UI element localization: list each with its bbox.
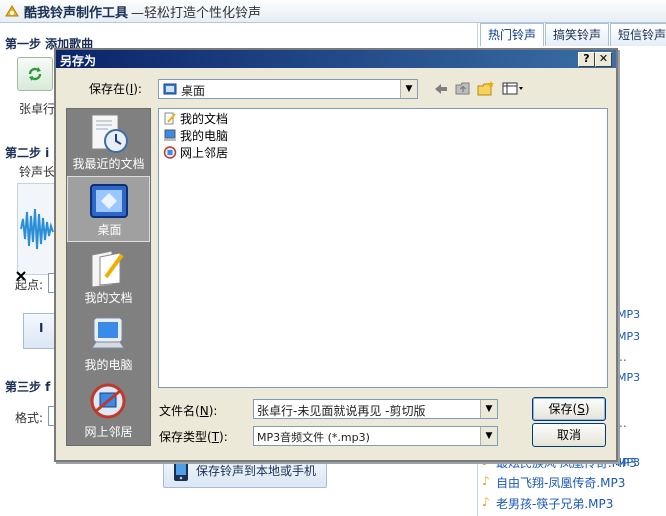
help-button[interactable]: ? [578,52,595,67]
filetype-label-text: 保存类型 [159,430,208,444]
refresh-icon [28,67,42,81]
play-button[interactable]: I [23,313,57,349]
chevron-down-icon[interactable]: ▼ [480,400,497,418]
save-button-label: 保存 [548,402,573,416]
place-label: 我的文档 [84,291,133,305]
my-computer-icon [164,129,176,141]
list-item[interactable]: MP3 [617,330,640,343]
close-button[interactable]: ✕ [595,52,612,67]
place-network-places[interactable]: 网上邻居 [67,377,150,443]
tab-sms-ringtones[interactable]: 短信铃声 [610,23,666,46]
place-my-documents[interactable]: 我的文档 [67,243,150,309]
file-list[interactable]: 我的文档 我的电脑 网上邻居 [158,108,608,388]
up-folder-icon[interactable] [455,80,471,96]
my-documents-icon [91,250,124,288]
filename-value: 张卓行-未见面就说再见 -剪切版 [257,404,426,418]
filename-label-text: 文件名 [159,404,196,418]
save-in-label-text: 保存在 [89,82,126,96]
place-label: 我的电脑 [84,358,133,372]
view-menu-icon[interactable] [502,82,524,95]
file-item-my-documents[interactable]: 我的文档 [163,111,228,127]
save-as-dialog: 另存为 ? ✕ 保存在(I): 桌面 ▼ 我最近的文档 桌面 我的文档 我的电脑… [54,48,618,462]
file-item-my-computer[interactable]: 我的电脑 [163,128,228,144]
place-my-computer[interactable]: 我的电脑 [67,310,150,376]
place-label: 桌面 [97,223,122,237]
filetype-value: MP3音频文件 (*.mp3) [257,431,370,444]
filetype-combobox[interactable]: MP3音频文件 (*.mp3) ▼ [253,426,498,446]
back-arrow-icon[interactable] [433,82,449,96]
start-point-label: 起点: [15,278,44,292]
song-name-prefix: 张卓行 [19,102,56,116]
add-song-button[interactable] [17,57,53,91]
list-item[interactable]: MP3 [617,371,640,384]
chevron-down-icon[interactable]: ▼ [480,427,497,445]
file-item-network-places[interactable]: 网上邻居 [163,145,228,161]
tab-hot-ringtones[interactable]: 热门铃声 [480,23,544,46]
waveform-graphic [20,208,54,250]
format-label: 格式: [15,411,44,425]
new-folder-icon[interactable] [477,80,495,96]
cancel-button[interactable]: 取消 [532,423,606,447]
music-note-icon: ♪ [482,474,490,488]
save-in-value: 桌面 [181,84,206,98]
file-item-label: 网上邻居 [180,146,229,160]
music-note-icon: ♪ [482,495,490,509]
save-to-local-or-phone-label: 保存铃声到本地或手机 [196,464,317,478]
song-link[interactable]: 自由飞翔-凤凰传奇.MP3 [496,474,625,491]
save-in-combobox[interactable]: 桌面 ▼ [158,79,418,99]
play-button-label: I [39,321,44,335]
filename-label: 文件名(N): [159,404,218,418]
file-item-label: 我的电脑 [180,129,229,143]
recent-documents-icon [91,114,128,153]
app-subtitle: —轻松打造个性化铃声 [131,6,262,21]
app-title: 酷我铃声制作工具 [24,6,129,21]
filetype-hotkey: T [211,430,220,444]
truncation-dots: .. [619,416,627,430]
my-documents-icon [164,112,176,125]
filename-combobox[interactable]: 张卓行-未见面就说再见 -剪切版 ▼ [253,399,498,419]
dialog-titlebar[interactable]: 另存为 ? ✕ [56,50,616,68]
place-desktop[interactable]: 桌面 [67,176,150,242]
my-computer-icon [91,317,125,349]
save-in-hotkey: I [129,82,134,96]
save-in-label: 保存在(I): [89,82,142,96]
waveform-area[interactable] [16,183,57,281]
list-item[interactable]: MP3 [617,308,640,321]
file-item-label: 我的文档 [180,112,229,126]
places-bar: 我最近的文档 桌面 我的文档 我的电脑 网上邻居 [66,108,151,446]
place-label: 网上邻居 [84,425,133,439]
dialog-title: 另存为 [60,54,97,68]
filetype-label: 保存类型(T): [159,430,228,444]
ringtone-length-label: 铃声长 [19,165,56,179]
network-places-icon [90,383,126,419]
step2-title: 第二步 i [5,146,50,160]
place-label: 我最近的文档 [72,157,145,171]
step3-title: 第三步 f [5,380,51,394]
save-button[interactable]: 保存(S) [532,397,606,421]
app-titlebar: 酷我铃声制作工具 —轻松打造个性化铃声 [0,0,666,23]
truncation-dots: .. [619,350,627,364]
chevron-down-icon[interactable]: ▼ [400,80,417,98]
desktop-icon [163,83,177,95]
save-hotkey: S [577,402,585,416]
place-recent-documents[interactable]: 我最近的文档 [67,109,150,175]
desktop-icon [90,184,128,218]
filename-hotkey: N [199,404,209,418]
tab-funny-ringtones[interactable]: 搞笑铃声 [545,23,609,46]
song-link[interactable]: 老男孩-筷子兄弟.MP3 [496,495,613,512]
app-logo-icon [5,5,19,17]
network-places-icon [163,146,177,159]
